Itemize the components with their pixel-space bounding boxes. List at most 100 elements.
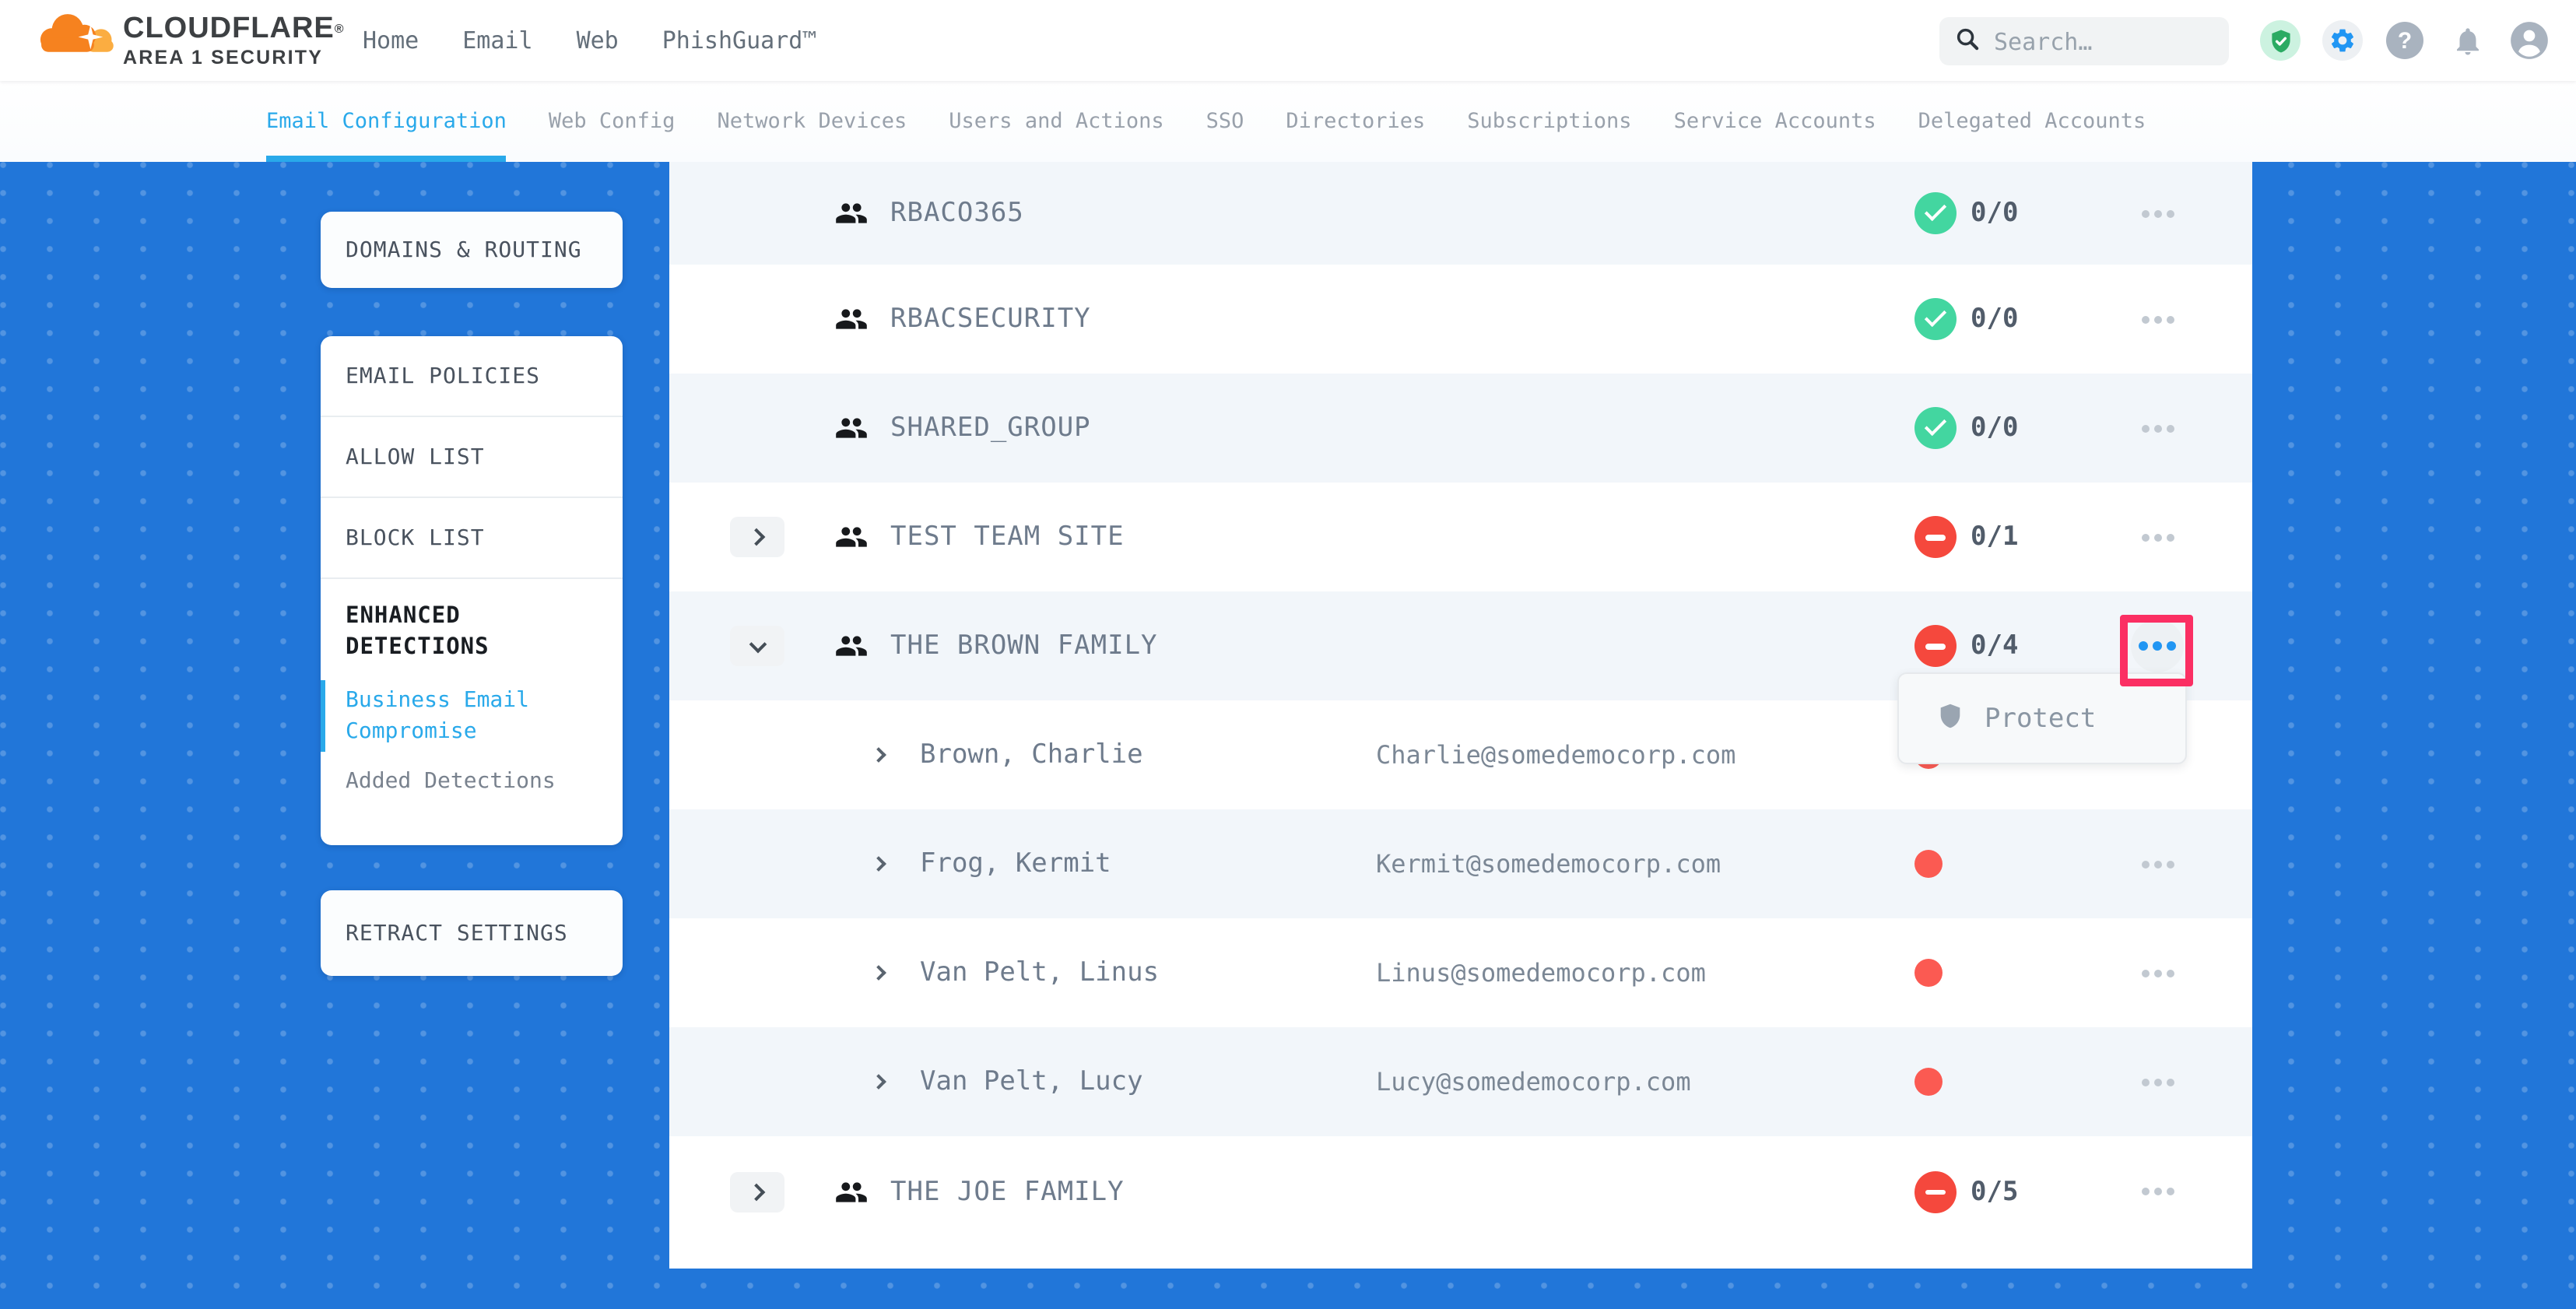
tab-users-and-actions[interactable]: Users and Actions: [949, 81, 1163, 162]
expand-button-the-joe-family[interactable]: [730, 1171, 784, 1212]
sidebar-item-domains-routing[interactable]: DOMAINS & ROUTING: [321, 212, 623, 288]
row-actions-menu-van-pelt-linus[interactable]: [2131, 946, 2184, 999]
bell-icon[interactable]: [2447, 20, 2487, 61]
protected-count: 0/4: [1971, 630, 2018, 662]
cloud-main: [40, 14, 96, 52]
group-name: SHARED_GROUP: [890, 412, 1091, 444]
group-icon: [834, 523, 869, 551]
cloudflare-cloud-icon: [34, 11, 115, 62]
nav-item-email[interactable]: Email: [462, 26, 532, 54]
group-icon: [834, 414, 869, 442]
table-row-the-joe-family: THE JOE FAMILY 0/5: [669, 1136, 2252, 1269]
app-window: CLOUDFLARE® AREA 1 SECURITY Home Email Web…: [0, 0, 2576, 1309]
nav-item-web[interactable]: Web: [577, 26, 619, 54]
search-box[interactable]: [1939, 17, 2229, 65]
sidebar-card-policies: EMAIL POLICIESALLOW LISTBLOCK LISTENHANC…: [321, 336, 623, 845]
row-actions-menu-the-joe-family[interactable]: [2131, 1165, 2184, 1218]
nav-item-home[interactable]: Home: [363, 26, 419, 54]
row-actions-menu-test-team-site[interactable]: [2131, 511, 2184, 563]
status-unprotected-dot: [1914, 850, 1943, 878]
expand-button-test-team-site[interactable]: [730, 517, 784, 557]
tab-directories[interactable]: Directories: [1286, 81, 1425, 162]
sidebar-item-email-policies[interactable]: EMAIL POLICIES: [321, 336, 623, 417]
search-input[interactable]: [1994, 27, 2196, 55]
groups-table: RBACO365 0/0 RBACSECURITY 0/0 SHARED_GROUP 0/…: [669, 162, 2252, 1269]
chevron-right-icon: [747, 1183, 765, 1201]
help-icon[interactable]: ?: [2385, 20, 2425, 61]
protected-count: 0/0: [1971, 412, 2018, 444]
secondary-nav: Email Configuration Web Config Network Dev…: [0, 81, 2576, 162]
chevron-right-icon[interactable]: [873, 858, 884, 869]
sidebar-item-added-detections[interactable]: Added Detections: [346, 766, 598, 798]
status-unprotected-icon: [1914, 625, 1957, 667]
sidebar-section-title: ENHANCED DETECTIONS: [346, 601, 598, 664]
primary-nav: Home Email Web PhishGuard™: [363, 0, 816, 81]
nav-item-phishguard[interactable]: PhishGuard™: [662, 26, 817, 54]
tab-delegated-accounts[interactable]: Delegated Accounts: [1918, 81, 2146, 162]
chevron-right-icon[interactable]: [873, 967, 884, 978]
table-row-test-team-site: TEST TEAM SITE0/1: [669, 483, 2252, 591]
group-name: RBACSECURITY: [890, 304, 1091, 335]
group-name: THE BROWN FAMILY: [890, 630, 1158, 662]
protected-count: 0/5: [1971, 1176, 2018, 1207]
sidebar-section-enhanced-detections: ENHANCED DETECTIONS Business Email Compro…: [321, 579, 623, 798]
protected-count: 0/0: [1971, 304, 2018, 335]
cloudflare-logo[interactable]: CLOUDFLARE® AREA 1 SECURITY: [34, 8, 299, 76]
gear-icon[interactable]: [2322, 20, 2363, 61]
status-unprotected-icon: [1914, 516, 1957, 558]
status-unprotected-icon: [1914, 1170, 1957, 1212]
avatar-icon[interactable]: [2509, 20, 2550, 61]
table-row-rbacsecurity: RBACSECURITY 0/0: [669, 265, 2252, 374]
brand-subtitle: AREA 1 SECURITY: [123, 45, 345, 72]
table-row-van-pelt-lucy: Van Pelt, Lucy Lucy@somedemocorp.com: [669, 1027, 2252, 1136]
content-area: DOMAINS & ROUTING EMAIL POLICIESALLOW LI…: [0, 162, 2576, 1309]
expand-button-the-brown-family[interactable]: [730, 626, 784, 666]
chevron-right-icon[interactable]: [873, 1076, 884, 1087]
sidebar-item-block-list[interactable]: BLOCK LIST: [321, 498, 623, 579]
group-icon: [834, 632, 869, 660]
member-email: Lucy@somedemocorp.com: [1376, 1067, 1691, 1097]
tab-network-devices[interactable]: Network Devices: [717, 81, 907, 162]
group-icon: [834, 1177, 869, 1205]
group-name: RBACO365: [890, 198, 1024, 229]
sidebar-item-allow-list[interactable]: ALLOW LIST: [321, 417, 623, 498]
search-icon: [1955, 26, 1980, 57]
member-email: Charlie@somedemocorp.com: [1376, 740, 1735, 770]
member-email: Linus@somedemocorp.com: [1376, 958, 1706, 988]
table-row-van-pelt-linus: Van Pelt, LinusLinus@somedemocorp.com: [669, 918, 2252, 1027]
status-protected-icon: [1914, 407, 1957, 449]
shield-check-icon[interactable]: [2260, 20, 2301, 61]
member-name: Frog, Kermit: [920, 848, 1111, 879]
status-unprotected-dot: [1914, 959, 1943, 987]
brand-name: CLOUDFLARE®: [123, 14, 345, 45]
row-actions-menu-van-pelt-lucy[interactable]: [2131, 1055, 2184, 1108]
group-name: TEST TEAM SITE: [890, 521, 1125, 553]
sidebar-card-retract-settings: RETRACT SETTINGS: [321, 890, 623, 976]
chevron-right-icon[interactable]: [873, 749, 884, 760]
context-menu-item-protect[interactable]: Protect: [1985, 703, 2096, 734]
sidebar-item-business-email-compromise[interactable]: Business Email Compromise: [346, 684, 598, 747]
group-icon: [834, 199, 869, 227]
shield-icon: [1936, 700, 1964, 737]
tab-sso[interactable]: SSO: [1206, 81, 1244, 162]
tab-subscriptions[interactable]: Subscriptions: [1467, 81, 1631, 162]
row-actions-menu-shared-group[interactable]: [2131, 402, 2184, 454]
row-actions-menu-rbacsecurity[interactable]: [2131, 293, 2184, 346]
member-email: Kermit@somedemocorp.com: [1376, 849, 1721, 879]
member-name: Brown, Charlie: [920, 739, 1143, 770]
click-highlight-annotation: [2120, 615, 2193, 686]
row-actions-menu-frog-kermit[interactable]: [2131, 837, 2184, 890]
tab-web-config[interactable]: Web Config: [549, 81, 676, 162]
status-protected-icon: [1914, 192, 1957, 234]
tab-email-configuration[interactable]: Email Configuration: [266, 81, 507, 162]
group-name: THE JOE FAMILY: [890, 1176, 1125, 1207]
top-header: CLOUDFLARE® AREA 1 SECURITY Home Email Web…: [0, 0, 2576, 81]
row-actions-menu-rbaco365[interactable]: [2131, 187, 2184, 240]
table-row-frog-kermit: Frog, Kermit Kermit@somedemocorp.com: [669, 809, 2252, 918]
sidebar-card-domains-routing: DOMAINS & ROUTING: [321, 212, 623, 288]
chevron-down-icon: [749, 635, 767, 653]
member-name: Van Pelt, Lucy: [920, 1066, 1143, 1097]
brand-registered-mark: ®: [335, 22, 345, 36]
sidebar-item-retract-settings[interactable]: RETRACT SETTINGS: [321, 890, 623, 976]
tab-service-accounts[interactable]: Service Accounts: [1674, 81, 1876, 162]
